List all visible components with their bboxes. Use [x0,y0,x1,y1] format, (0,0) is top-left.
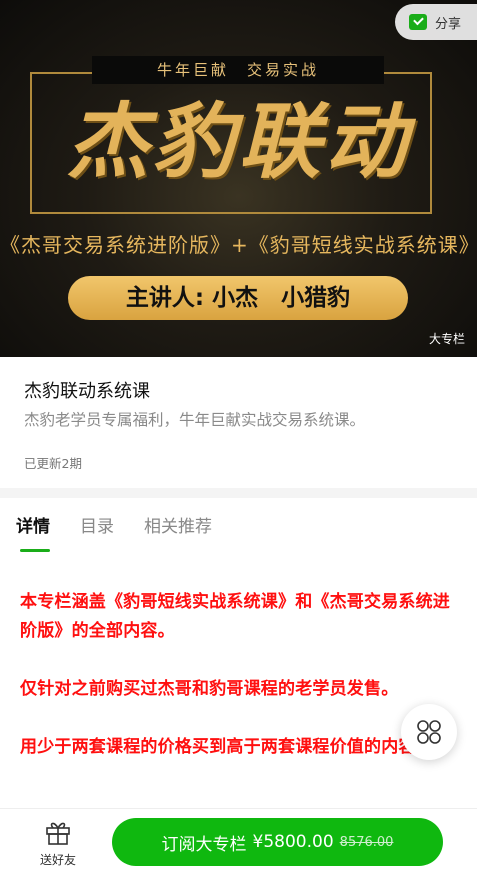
tab-bar: 详情 目录 相关推荐 [0,498,477,558]
original-price: 8576.00 [339,834,394,850]
apps-grid-icon [417,720,441,744]
course-description: 杰豹老学员专属福利，牛年巨献实战交易系统课。 [24,411,366,429]
content-paragraph: 用少于两套课程的价格买到高于两套课程价值的内容~ [20,737,431,757]
share-label: 分享 [435,16,462,32]
course-title: 杰豹联动系统课 [24,381,150,402]
subscribe-label: 订阅大专栏 [161,834,247,855]
content-paragraph: 本专栏涵盖《豹哥短线实战系统课》和《杰哥交易系统进阶版》的全部内容。 [20,592,450,641]
column-type-tag: 大专栏 [428,332,465,346]
banner-sub-courses: 《杰哥交易系统进阶版》+《豹哥短线实战系统课》 [0,233,477,257]
course-banner[interactable]: 牛年巨献 交易实战 杰豹联动 《杰哥交易系统进阶版》+《豹哥短线实战系统课》 主… [0,0,477,357]
gift-icon [46,822,70,845]
banner-big-title: 杰豹联动 [66,94,411,190]
tab-related[interactable]: 相关推荐 [144,498,212,558]
gift-button[interactable]: 送好友 [30,819,86,868]
content-paragraph: 仅针对之前购买过杰哥和豹哥课程的老学员发售。 [20,679,399,699]
page: 牛年巨献 交易实战 杰豹联动 《杰哥交易系统进阶版》+《豹哥短线实战系统课》 主… [0,0,477,871]
subscribe-button[interactable]: 订阅大专栏 ¥5800.00 8576.00 [112,818,443,866]
section-divider [0,488,477,498]
banner-lecturer: 主讲人: 小杰 小猎豹 [68,276,408,320]
bottom-bar: 送好友 订阅大专栏 ¥5800.00 8576.00 [0,808,477,871]
banner-top-line: 牛年巨献 交易实战 [92,56,384,84]
share-button[interactable]: 分享 [395,4,477,40]
gift-label: 送好友 [39,853,76,867]
update-count: 已更新2期 [24,456,82,471]
tab-catalog[interactable]: 目录 [80,498,114,558]
tab-details[interactable]: 详情 [16,498,50,558]
detail-content: 本专栏涵盖《豹哥短线实战系统课》和《杰哥交易系统进阶版》的全部内容。 仅针对之前… [20,588,460,810]
course-info: 杰豹联动系统课 杰豹老学员专属福利，牛年巨献实战交易系统课。 已更新2期 [0,357,477,488]
subscribe-price: ¥5800.00 [252,832,334,852]
floating-menu-button[interactable] [401,704,457,760]
wechat-share-icon [409,14,427,30]
